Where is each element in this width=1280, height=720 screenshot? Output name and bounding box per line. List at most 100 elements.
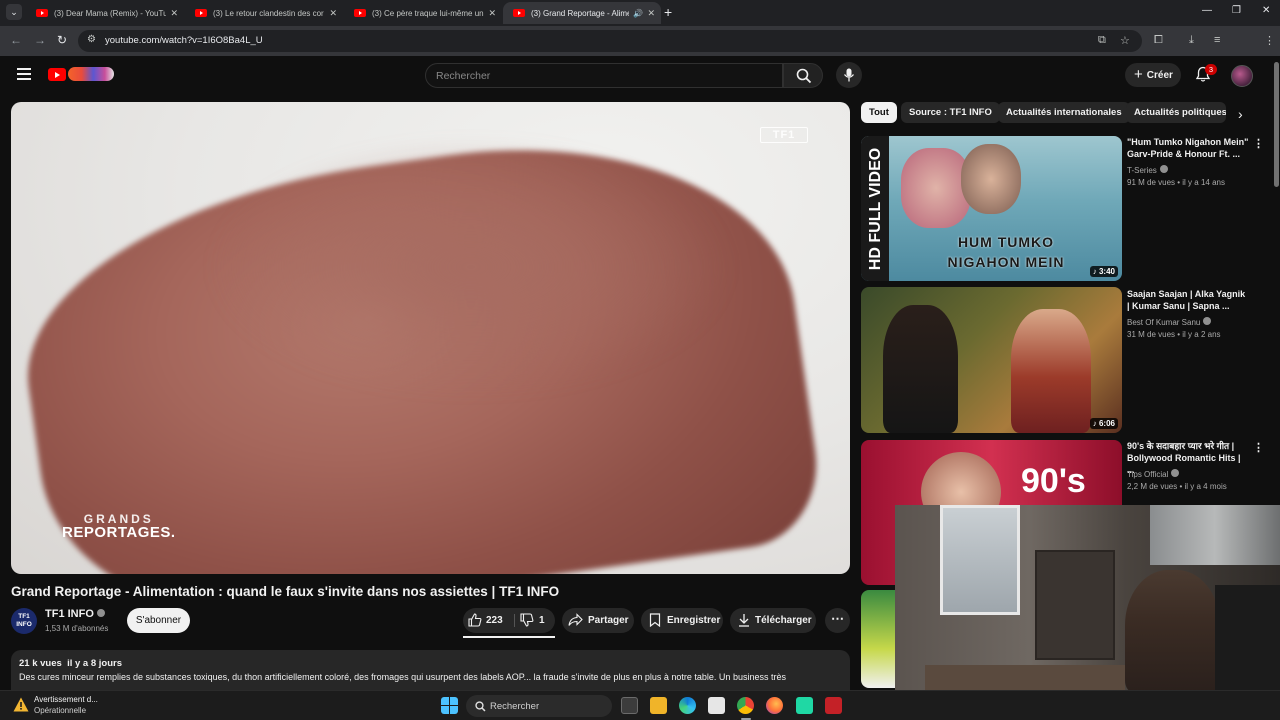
notification-count-badge: 3 bbox=[1205, 64, 1217, 75]
tab-title: (3) Ce père traque lui-même un bbox=[372, 8, 484, 18]
chevron-right-icon[interactable]: › bbox=[1238, 106, 1243, 122]
close-icon[interactable]: ✕ bbox=[488, 8, 496, 19]
voice-search-button[interactable] bbox=[836, 62, 862, 88]
like-button[interactable]: 223 bbox=[463, 608, 514, 633]
subscribe-button[interactable]: S'abonner bbox=[127, 608, 190, 633]
grands-reportages-logo: GRANDS REPORTAGES. bbox=[62, 513, 176, 540]
search-input[interactable]: Rechercher bbox=[425, 63, 783, 88]
search-icon bbox=[796, 68, 812, 84]
site-settings-icon[interactable]: ⚙ bbox=[87, 34, 96, 45]
app-icon[interactable] bbox=[796, 697, 813, 714]
view-count: 21 k vues bbox=[19, 658, 62, 669]
bookmark-icon bbox=[649, 613, 661, 627]
minimize-icon[interactable]: — bbox=[1202, 5, 1212, 16]
like-dislike-group: 223 1 bbox=[463, 608, 555, 633]
windows-start-icon[interactable] bbox=[441, 697, 458, 714]
browser-tab[interactable]: (3) Ce père traque lui-même un ✕ bbox=[344, 2, 502, 24]
account-avatar[interactable] bbox=[1231, 65, 1253, 87]
tab-search-menu-icon[interactable]: ⌄ bbox=[6, 4, 22, 20]
store-icon[interactable] bbox=[708, 697, 725, 714]
youtube-favicon-icon bbox=[354, 9, 366, 17]
back-icon[interactable]: ← bbox=[10, 33, 22, 47]
recommendation-meta: 91 M de vues • il y a 14 ans bbox=[1127, 178, 1225, 187]
share-label: Partager bbox=[588, 615, 629, 626]
dislike-button[interactable]: 1 bbox=[515, 608, 555, 633]
browser-tab[interactable]: (3) Le retour clandestin des cor ✕ bbox=[185, 2, 343, 24]
thumb-line-1: HUM TUMKO bbox=[957, 234, 1055, 250]
download-button[interactable]: Télécharger bbox=[730, 608, 816, 633]
chip-international-news[interactable]: Actualités internationales bbox=[998, 102, 1130, 123]
close-icon[interactable]: ✕ bbox=[647, 8, 655, 19]
speaker-icon[interactable]: 🔊 bbox=[633, 9, 643, 18]
recommendation-channel[interactable]: T-Series bbox=[1127, 165, 1168, 175]
bookmark-star-icon[interactable]: ☆ bbox=[1120, 34, 1130, 47]
tab-groups-icon[interactable]: ≡ bbox=[1214, 34, 1220, 46]
plus-icon: + bbox=[1134, 66, 1143, 83]
browser-menu-icon[interactable]: ⋮ bbox=[1264, 34, 1275, 47]
channel-name[interactable]: TF1 INFO bbox=[45, 608, 105, 620]
age-text: il y a 2 ans bbox=[1182, 330, 1221, 339]
chip-political-news[interactable]: Actualités politiques bbox=[1126, 102, 1226, 123]
webcam-overlay bbox=[895, 505, 1280, 693]
taskbar-search[interactable]: Rechercher bbox=[466, 695, 612, 717]
task-view-icon[interactable] bbox=[621, 697, 638, 714]
recommendation-channel[interactable]: Tips Official bbox=[1127, 469, 1180, 479]
browser-tab-active[interactable]: (3) Grand Reportage - Alimentation 🔊 ✕ bbox=[503, 2, 661, 24]
more-options-icon[interactable]: ⋮ bbox=[1253, 137, 1264, 150]
description-box[interactable]: 21 k vues il y a 8 jours Des cures mince… bbox=[11, 650, 850, 690]
forward-icon[interactable]: → bbox=[34, 33, 46, 47]
warning-icon[interactable] bbox=[13, 697, 29, 712]
window-close-icon[interactable]: ✕ bbox=[1262, 5, 1270, 16]
verified-icon bbox=[1159, 165, 1168, 173]
close-icon[interactable]: ✕ bbox=[329, 8, 337, 19]
thumbs-up-icon bbox=[468, 613, 482, 627]
menu-icon[interactable] bbox=[17, 68, 31, 80]
close-icon[interactable]: ✕ bbox=[170, 8, 178, 19]
cast-icon[interactable]: ⧉ bbox=[1098, 34, 1106, 47]
recommendation-title[interactable]: Saajan Saajan | Alka Yagnik | Kumar Sanu… bbox=[1127, 288, 1249, 312]
share-button[interactable]: Partager bbox=[562, 608, 634, 633]
reload-icon[interactable]: ↻ bbox=[57, 33, 67, 47]
recommendation-thumbnail[interactable]: HD FULL VIDEO HUM TUMKO NIGAHON MEIN ♪ 3:… bbox=[861, 136, 1122, 281]
firefox-icon[interactable] bbox=[766, 697, 783, 714]
youtube-doodle-logo[interactable] bbox=[68, 67, 114, 81]
youtube-logo[interactable] bbox=[48, 68, 66, 81]
maximize-icon[interactable]: ❐ bbox=[1232, 5, 1241, 16]
webcam-window bbox=[940, 505, 1020, 615]
verified-icon bbox=[96, 609, 105, 617]
search-button[interactable] bbox=[783, 63, 823, 88]
save-button[interactable]: Enregistrer bbox=[641, 608, 723, 633]
thumbnail-figure bbox=[883, 305, 958, 433]
webcam-shelf bbox=[1035, 550, 1115, 660]
chip-source-tf1[interactable]: Source : TF1 INFO bbox=[901, 102, 1000, 123]
antivirus-icon[interactable] bbox=[825, 697, 842, 714]
extensions-icon[interactable]: ⧠ bbox=[1154, 34, 1163, 47]
downloads-icon[interactable]: ⤓ bbox=[1189, 34, 1194, 47]
search-placeholder: Rechercher bbox=[436, 70, 491, 82]
file-explorer-icon[interactable] bbox=[650, 697, 667, 714]
edge-icon[interactable] bbox=[679, 697, 696, 714]
chrome-icon[interactable] bbox=[737, 697, 754, 714]
more-options-icon[interactable]: ⋮ bbox=[1253, 441, 1264, 454]
new-tab-button[interactable]: + bbox=[664, 4, 672, 20]
address-bar[interactable]: ⚙ youtube.com/watch?v=1I6O8Ba4L_U ⧉ ☆ bbox=[78, 30, 1142, 52]
more-actions-icon[interactable]: ⋯ bbox=[825, 608, 850, 633]
chip-all[interactable]: Tout bbox=[861, 102, 897, 123]
recommendation-thumbnail[interactable]: ♪ 6:06 bbox=[861, 287, 1122, 433]
warning-status: Opérationnelle bbox=[34, 706, 87, 715]
webcam-poster bbox=[1150, 505, 1280, 565]
tab-title: (3) Dear Mama (Remix) - YouTube bbox=[54, 8, 166, 18]
page-scrollbar[interactable] bbox=[1274, 62, 1279, 187]
video-player[interactable]: TF1 GRANDS REPORTAGES. bbox=[11, 102, 850, 574]
browser-tab[interactable]: (3) Dear Mama (Remix) - YouTube ✕ bbox=[26, 2, 184, 24]
recommendation-thumbnail-partial[interactable] bbox=[861, 590, 895, 688]
youtube-favicon-icon bbox=[36, 9, 48, 17]
browser-toolbar: ← → ↻ ⚙ youtube.com/watch?v=1I6O8Ba4L_U … bbox=[0, 26, 1280, 73]
description-meta: 21 k vues il y a 8 jours bbox=[19, 658, 122, 669]
verified-icon bbox=[1203, 317, 1212, 325]
channel-avatar[interactable]: TF1 INFO bbox=[11, 608, 37, 634]
logo-line-1: GRANDS bbox=[83, 512, 154, 526]
recommendation-channel[interactable]: Best Of Kumar Sanu bbox=[1127, 317, 1212, 327]
recommendation-title[interactable]: "Hum Tumko Nigahon Mein" Garv-Pride & Ho… bbox=[1127, 136, 1249, 160]
create-button[interactable]: + Créer bbox=[1125, 63, 1181, 87]
